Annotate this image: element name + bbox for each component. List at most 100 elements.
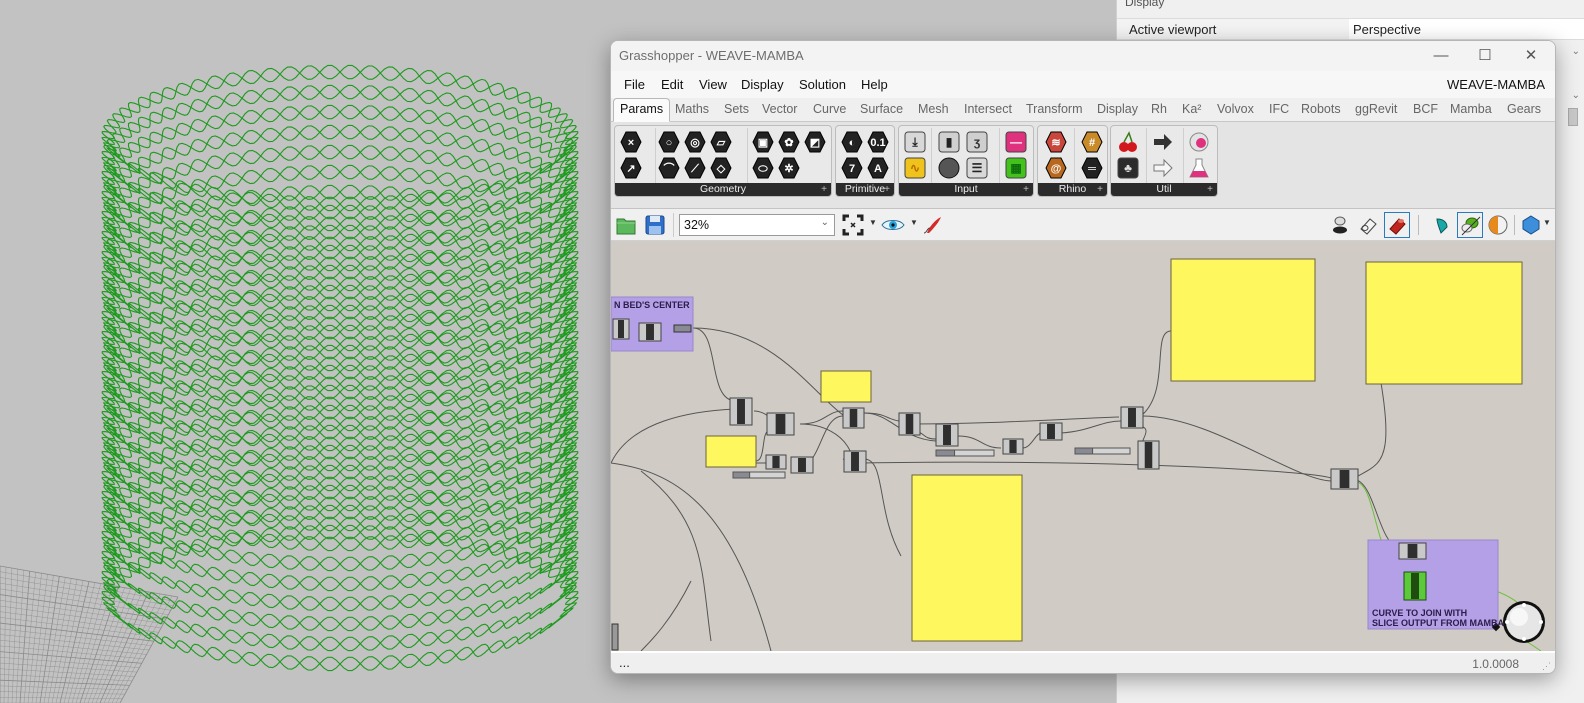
chevron-down-icon[interactable]: ⌄	[1572, 90, 1580, 101]
menu-file[interactable]: File	[624, 77, 645, 92]
active-viewport-row[interactable]: Active viewport Perspective	[1117, 18, 1584, 40]
component[interactable]	[638, 322, 662, 342]
boolean-param-icon[interactable]: ◐	[840, 130, 864, 154]
title-bar[interactable]: Grasshopper - WEAVE-MAMBA — ☐ ✕	[611, 41, 1555, 71]
component[interactable]	[1120, 406, 1144, 429]
menu-edit[interactable]: Edit	[661, 77, 683, 92]
tab-surface[interactable]: Surface	[860, 102, 903, 116]
wire[interactable]	[611, 462, 772, 651]
menu-solution[interactable]: Solution	[799, 77, 846, 92]
wire[interactable]	[640, 470, 712, 642]
menu-help[interactable]: Help	[861, 77, 888, 92]
panel-input-label[interactable]: Input	[899, 183, 1033, 196]
tab-gears[interactable]: Gears	[1507, 102, 1541, 116]
selected-component[interactable]	[1403, 571, 1427, 601]
preview-wireframe-icon[interactable]	[1328, 213, 1352, 237]
linetype-icon[interactable]: ═	[1080, 156, 1104, 180]
component[interactable]	[1137, 440, 1160, 470]
preview-shaded-off-icon[interactable]	[1356, 213, 1380, 237]
expand-icon[interactable]: +	[821, 183, 827, 196]
wire[interactable]	[863, 458, 902, 557]
import-icon[interactable]: ⤓	[903, 130, 927, 154]
surface-param-icon[interactable]: ◩	[803, 130, 827, 154]
tab-ifc[interactable]: IFC	[1269, 102, 1289, 116]
open-file-icon[interactable]	[614, 213, 638, 237]
tab-params[interactable]: Params	[613, 98, 671, 122]
panel-component[interactable]	[1365, 261, 1523, 385]
panel-value-icon[interactable]: ʒ	[965, 130, 989, 154]
component[interactable]	[935, 423, 959, 447]
dropdown-arrow-icon[interactable]: ▼	[910, 218, 918, 227]
component[interactable]	[1002, 438, 1024, 455]
zoom-extents-icon[interactable]	[841, 213, 865, 237]
wire[interactable]	[1140, 415, 1332, 482]
component[interactable]	[612, 318, 630, 340]
text-param-icon[interactable]: A	[866, 156, 890, 180]
wire[interactable]	[957, 435, 1002, 449]
arc-param-icon[interactable]: ⌒	[657, 156, 681, 180]
param-component[interactable]	[673, 324, 692, 333]
button-icon[interactable]	[937, 156, 961, 180]
tab-mesh[interactable]: Mesh	[918, 102, 949, 116]
grasshopper-canvas[interactable]: N BED'S CENTER CURVE TO JOIN WITH SLICE …	[611, 241, 1555, 651]
number-param-icon[interactable]: 0.1	[866, 130, 890, 154]
line-param-icon[interactable]: ⟋	[683, 156, 707, 180]
wire[interactable]	[640, 580, 692, 651]
plane-param-icon[interactable]: ▱	[709, 130, 733, 154]
number-slider[interactable]	[935, 449, 995, 457]
component[interactable]	[843, 450, 867, 473]
integer-param-icon[interactable]: 7	[840, 156, 864, 180]
pattern-icon[interactable]: #	[1080, 130, 1104, 154]
tab-sets[interactable]: Sets	[724, 102, 749, 116]
mesh-param-icon[interactable]: ✲	[777, 156, 801, 180]
minimize-button[interactable]: —	[1419, 44, 1463, 68]
layer-icon[interactable]: ≋	[1044, 130, 1068, 154]
number-slider[interactable]	[1074, 447, 1131, 455]
graph-mapper-icon[interactable]: ∿	[903, 156, 927, 180]
flask-icon[interactable]	[1187, 156, 1211, 180]
tab-ka2[interactable]: Ka²	[1182, 102, 1201, 116]
brep-param-icon[interactable]: ⬭	[751, 156, 775, 180]
cherry-icon[interactable]	[1116, 130, 1140, 154]
tree-icon[interactable]: ♣	[1116, 156, 1140, 180]
component[interactable]	[898, 412, 921, 436]
properties-scrollbar[interactable]	[1568, 108, 1578, 126]
expand-icon[interactable]: +	[1207, 183, 1213, 196]
wire[interactable]	[692, 327, 737, 402]
tab-maths[interactable]: Maths	[675, 102, 709, 116]
mesh-quality-icon[interactable]	[1519, 213, 1543, 237]
component[interactable]	[790, 456, 814, 474]
panel-component[interactable]	[820, 370, 872, 403]
curve-param-icon[interactable]: ◎	[683, 130, 707, 154]
tab-curve[interactable]: Curve	[813, 102, 846, 116]
panel-component[interactable]	[911, 474, 1023, 642]
component[interactable]	[842, 407, 865, 429]
preview-eye-icon[interactable]	[881, 213, 905, 237]
tab-display[interactable]: Display	[1097, 102, 1138, 116]
expand-icon[interactable]: +	[884, 183, 890, 196]
tab-bcf[interactable]: BCF	[1413, 102, 1438, 116]
preview-shaded-on-icon[interactable]	[1384, 212, 1410, 238]
tab-vector[interactable]: Vector	[762, 102, 797, 116]
point-param-icon[interactable]: ×	[619, 130, 643, 154]
tab-robots[interactable]: Robots	[1301, 102, 1341, 116]
dropdown-arrow-icon[interactable]: ▼	[869, 218, 877, 227]
colour-swatch-icon[interactable]: ▦	[1004, 156, 1028, 180]
zoom-level-dropdown[interactable]: 32% ⌄	[679, 214, 835, 236]
resize-grip-icon[interactable]: ⋰	[1542, 661, 1551, 672]
preview-meshing-icon[interactable]	[1457, 212, 1483, 238]
wire[interactable]	[1140, 330, 1172, 417]
value-list-icon[interactable]: ☰	[965, 156, 989, 180]
component[interactable]	[765, 454, 787, 470]
toggle-icon[interactable]: ▮	[937, 130, 961, 154]
active-viewport-value[interactable]: Perspective	[1349, 19, 1584, 39]
save-file-icon[interactable]	[643, 213, 667, 237]
expand-icon[interactable]: +	[1023, 183, 1029, 196]
document-preview-icon[interactable]	[1486, 213, 1510, 237]
box-param-icon[interactable]: ▣	[751, 130, 775, 154]
preview-selected-icon[interactable]	[1431, 213, 1455, 237]
arrow-right-icon[interactable]	[1151, 130, 1175, 154]
menu-view[interactable]: View	[699, 77, 727, 92]
chevron-down-icon[interactable]: ⌄	[1572, 46, 1580, 57]
component[interactable]	[1330, 468, 1359, 490]
